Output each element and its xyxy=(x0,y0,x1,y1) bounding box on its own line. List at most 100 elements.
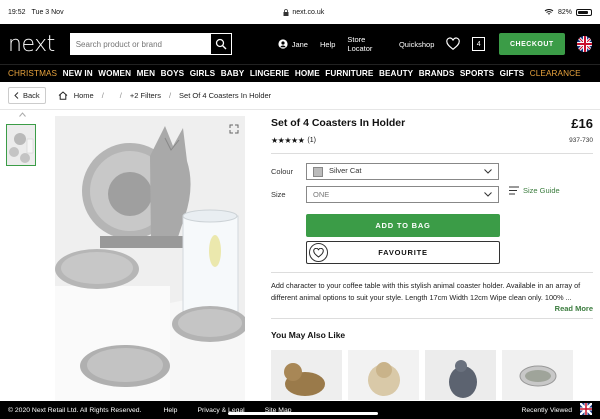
footer-help-link[interactable]: Help xyxy=(163,407,177,414)
site-header: next Jane Help Store Locator Quickshop 4… xyxy=(0,24,600,64)
colour-swatch xyxy=(313,166,323,177)
search-input[interactable] xyxy=(69,33,210,55)
divider xyxy=(271,318,593,319)
battery-icon xyxy=(575,8,592,16)
account-name: Jane xyxy=(291,39,308,49)
status-bar: 19:52 Tue 3 Nov next.co.uk 82% xyxy=(0,0,600,24)
size-guide-label: Size Guide xyxy=(523,186,560,195)
nav-item-girls[interactable]: GIRLS xyxy=(190,69,216,78)
back-label: Back xyxy=(23,91,40,100)
nav-item-gifts[interactable]: GIFTS xyxy=(500,69,525,78)
nav-item-lingerie[interactable]: LINGERIE xyxy=(250,69,289,78)
size-value: ONE xyxy=(313,190,330,199)
home-indicator[interactable] xyxy=(228,412,378,415)
nav-item-brands[interactable]: BRANDS xyxy=(419,69,455,78)
product-price: £16 xyxy=(571,116,593,131)
battery-percent: 82% xyxy=(557,8,572,16)
recommendation-item[interactable] xyxy=(348,350,419,400)
recommendations-row xyxy=(271,350,573,400)
recommendation-item[interactable] xyxy=(271,350,342,400)
ruler-icon xyxy=(509,186,519,195)
bag-count: 4 xyxy=(476,40,481,48)
nav-item-men[interactable]: MEN xyxy=(137,69,156,78)
colour-value: Silver Cat xyxy=(329,166,362,176)
product-description: Add character to your coffee table with … xyxy=(271,280,593,304)
status-time: 19:52 xyxy=(8,8,26,16)
search-icon xyxy=(215,38,227,50)
nav-item-christmas[interactable]: CHRISTMAS xyxy=(8,69,57,78)
colour-label: Colour xyxy=(271,167,294,176)
zoom-expand-icon[interactable] xyxy=(229,124,239,134)
product-thumbnail[interactable] xyxy=(6,124,36,166)
breadcrumb: Back Home / / +2 Filters / Set Of 4 Coas… xyxy=(0,82,600,110)
help-link[interactable]: Help xyxy=(320,40,335,49)
you-may-also-like-heading: You May Also Like xyxy=(271,330,346,340)
product-main-image[interactable] xyxy=(55,116,245,406)
nav-item-furniture[interactable]: FURNITURE xyxy=(325,69,373,78)
store-locator-link[interactable]: Store Locator xyxy=(347,35,387,53)
favourite-button[interactable]: FAVOURITE xyxy=(306,241,500,264)
rating-stars: ★★★★★ xyxy=(271,136,305,145)
favourites-heart-icon[interactable] xyxy=(446,37,461,51)
breadcrumb-separator: / xyxy=(168,91,172,100)
product-title: Set of 4 Coasters In Holder xyxy=(271,117,406,129)
nav-item-new-in[interactable]: NEW IN xyxy=(63,69,93,78)
thumbnail-up-arrow[interactable] xyxy=(6,110,38,124)
account-link[interactable]: Jane xyxy=(278,39,308,49)
checkout-button[interactable]: CHECKOUT xyxy=(498,33,565,55)
nav-item-women[interactable]: WOMEN xyxy=(98,69,131,78)
product-rating[interactable]: ★★★★★ (1) xyxy=(271,136,316,145)
favourite-label: FAVOURITE xyxy=(378,248,428,257)
nav-item-home[interactable]: HOME xyxy=(295,69,320,78)
description-line: different animal options to suit your st… xyxy=(271,293,572,302)
search-button[interactable] xyxy=(209,33,232,55)
thumbnail-strip xyxy=(6,110,38,166)
product-page: Set of 4 Coasters In Holder £16 ★★★★★ (1… xyxy=(0,110,600,406)
breadcrumb-separator: / xyxy=(119,91,122,100)
url-text: next.co.uk xyxy=(292,8,325,16)
shopping-bag-icon[interactable]: 4 xyxy=(472,37,485,51)
divider xyxy=(271,153,593,154)
recommendation-item[interactable] xyxy=(425,350,496,400)
breadcrumb-filters[interactable]: +2 Filters xyxy=(130,91,161,100)
nav-item-sports[interactable]: SPORTS xyxy=(460,69,494,78)
recommendation-item[interactable] xyxy=(502,350,573,400)
back-button[interactable]: Back xyxy=(8,87,46,104)
search-bar xyxy=(69,33,232,55)
department-nav: CHRISTMAS NEW IN WOMEN MEN BOYS GIRLS BABY LIN… xyxy=(0,64,600,82)
breadcrumb-current: Set Of 4 Coasters In Holder xyxy=(179,91,272,100)
breadcrumb-separator: / xyxy=(101,91,104,100)
copyright: © 2020 Next Retail Ltd. All Rights Reser… xyxy=(8,406,142,414)
add-to-bag-button[interactable]: ADD TO BAG xyxy=(306,214,500,237)
heart-icon xyxy=(309,243,328,262)
address-bar[interactable]: next.co.uk xyxy=(283,9,324,16)
nav-item-boys[interactable]: BOYS xyxy=(161,69,185,78)
review-count: (1) xyxy=(307,137,316,144)
chevron-down-icon xyxy=(484,192,492,197)
site-footer: © 2020 Next Retail Ltd. All Rights Reser… xyxy=(0,401,600,419)
size-select[interactable]: ONE xyxy=(306,186,499,203)
header-links: Jane Help Store Locator Quickshop 4 xyxy=(278,35,485,53)
chevron-left-icon xyxy=(14,92,19,99)
status-right: 82% xyxy=(544,8,592,16)
size-label: Size xyxy=(271,190,286,199)
status-date: Tue 3 Nov xyxy=(31,8,64,16)
nav-item-clearance[interactable]: CLEARANCE xyxy=(530,69,581,78)
footer-uk-flag-icon[interactable] xyxy=(579,402,593,417)
status-left: 19:52 Tue 3 Nov xyxy=(8,9,64,16)
quickshop-link[interactable]: Quickshop xyxy=(399,40,434,49)
colour-select[interactable]: Silver Cat xyxy=(306,163,499,180)
chevron-down-icon xyxy=(484,169,492,174)
product-code: 937-730 xyxy=(569,137,593,144)
nav-item-beauty[interactable]: BEAUTY xyxy=(379,69,413,78)
next-logo[interactable]: next xyxy=(8,32,62,57)
home-icon[interactable] xyxy=(58,91,68,100)
nav-item-baby[interactable]: BABY xyxy=(221,69,245,78)
size-guide-link[interactable]: Size Guide xyxy=(509,186,560,195)
read-more-link[interactable]: Read More xyxy=(555,304,593,313)
wifi-icon xyxy=(544,9,554,15)
lock-icon xyxy=(283,8,289,16)
breadcrumb-home[interactable]: Home xyxy=(74,91,94,100)
recently-viewed-link[interactable]: Recently Viewed xyxy=(521,407,572,414)
uk-flag-icon[interactable] xyxy=(576,36,592,52)
